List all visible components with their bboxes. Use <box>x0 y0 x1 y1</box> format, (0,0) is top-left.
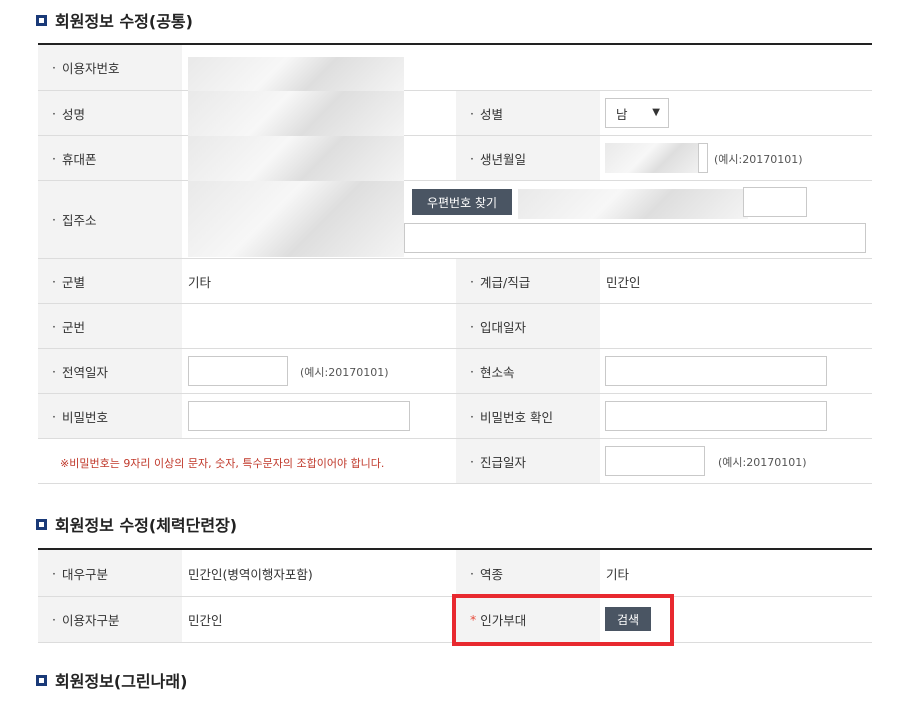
promotion-date-input[interactable] <box>605 446 705 476</box>
label-birth: · 생년월일 <box>456 136 600 180</box>
label-password-confirm: · 비밀번호 확인 <box>456 394 600 438</box>
label-address: · 집주소 <box>38 181 182 258</box>
chevron-down-icon: ▼ <box>652 107 660 118</box>
password-warning: ※비밀번호는 9자리 이상의 문자, 숫자, 특수문자의 조합이어야 합니다. <box>60 457 385 470</box>
label-unit: · 현소속 <box>456 349 600 393</box>
row-treatment-service: · 대우구분 민간인(병역이행자포함) · 역종 기타 <box>38 550 872 597</box>
zip-search-button[interactable]: 우편번호 찾기 <box>412 189 512 215</box>
user-type-value: 민간인 <box>188 613 223 628</box>
rank-value: 민간인 <box>606 274 641 290</box>
promotion-hint: (예시:20170101) <box>718 456 807 469</box>
discharge-hint: (예시:20170101) <box>300 366 389 379</box>
common-info-table: · 이용자번호 · 성명 · 성별 남 ▼ · 휴대폰 · 생년월일 (예시:201701… <box>38 43 872 484</box>
password-confirm-input[interactable] <box>605 401 827 431</box>
label-user-type: · 이용자구분 <box>38 597 182 642</box>
unit-input[interactable] <box>605 356 827 386</box>
label-branch: · 군별 <box>38 259 182 303</box>
discharge-date-input[interactable] <box>188 356 288 386</box>
row-discharge-unit: · 전역일자 (예시:20170101) · 현소속 <box>38 349 872 394</box>
gender-select[interactable]: 남 ▼ <box>605 98 669 128</box>
row-name-gender: · 성명 · 성별 남 ▼ <box>38 91 872 136</box>
label-rank: · 계급/직급 <box>456 259 600 303</box>
redacted-name <box>188 91 404 136</box>
highlight-box <box>452 594 674 646</box>
label-enlist: · 입대일자 <box>456 304 600 348</box>
password-input[interactable] <box>188 401 410 431</box>
redacted-user-no <box>188 57 404 91</box>
row-serial-enlist: · 군번 · 입대일자 <box>38 304 872 349</box>
redacted-address-detail <box>518 189 748 219</box>
row-address: · 집주소 우편번호 찾기 <box>38 181 872 259</box>
label-password: · 비밀번호 <box>38 394 182 438</box>
label-treatment: · 대우구분 <box>38 550 182 596</box>
treatment-value: 민간인(병역이행자포함) <box>188 566 313 582</box>
row-warning-promotion: ※비밀번호는 9자리 이상의 문자, 숫자, 특수문자의 조합이어야 합니다. … <box>38 439 872 484</box>
label-gender: · 성별 <box>456 91 600 135</box>
redacted-birth <box>605 143 705 173</box>
section-title-greennarae: 회원정보(그린나래) <box>36 668 187 692</box>
section-square-icon <box>36 14 47 26</box>
row-phone-birth: · 휴대폰 · 생년월일 (예시:20170101) <box>38 136 872 181</box>
label-serial: · 군번 <box>38 304 182 348</box>
address-detail-input[interactable] <box>404 223 866 253</box>
label-phone: · 휴대폰 <box>38 136 182 180</box>
label-service: · 역종 <box>456 550 600 596</box>
birth-input[interactable] <box>698 143 708 173</box>
section-square-icon <box>36 518 47 530</box>
label-user-no: · 이용자번호 <box>38 45 182 90</box>
service-value: 기타 <box>606 566 630 582</box>
label-discharge: · 전역일자 <box>38 349 182 393</box>
label-name: · 성명 <box>38 91 182 135</box>
section-title-fitness: 회원정보 수정(체력단련장) <box>36 512 237 536</box>
section-title-common: 회원정보 수정(공통) <box>36 8 193 32</box>
row-branch-rank: · 군별 기타 · 계급/직급 민간인 <box>38 259 872 304</box>
redacted-phone <box>188 136 404 181</box>
address-extra-input[interactable] <box>743 187 807 217</box>
row-user-no: · 이용자번호 <box>38 45 872 91</box>
birth-hint: (예시:20170101) <box>714 153 803 166</box>
section-square-icon <box>36 674 47 686</box>
label-promotion: · 진급일자 <box>456 439 600 483</box>
branch-value: 기타 <box>188 274 212 290</box>
row-password: · 비밀번호 · 비밀번호 확인 <box>38 394 872 439</box>
redacted-address <box>188 181 404 257</box>
